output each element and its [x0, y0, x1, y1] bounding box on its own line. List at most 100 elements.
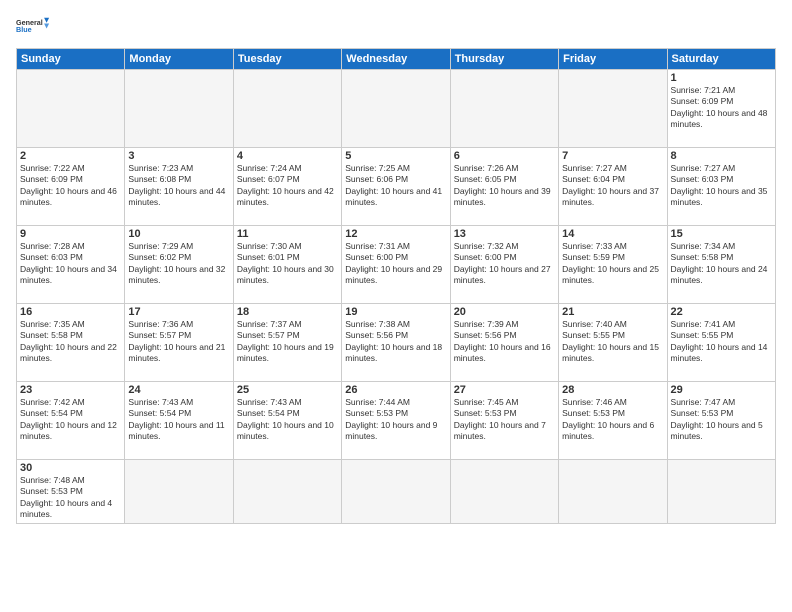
calendar-cell: 13Sunrise: 7:32 AMSunset: 6:00 PMDayligh… — [450, 226, 558, 304]
day-sun-info: Sunrise: 7:42 AMSunset: 5:54 PMDaylight:… — [20, 397, 121, 443]
day-sun-info: Sunrise: 7:39 AMSunset: 5:56 PMDaylight:… — [454, 319, 555, 365]
calendar-cell — [125, 460, 233, 524]
day-number: 29 — [671, 384, 772, 396]
day-number: 9 — [20, 228, 121, 240]
day-sun-info: Sunrise: 7:43 AMSunset: 5:54 PMDaylight:… — [128, 397, 229, 443]
calendar-cell: 1Sunrise: 7:21 AMSunset: 6:09 PMDaylight… — [667, 70, 775, 148]
calendar-cell — [233, 460, 341, 524]
calendar-cell — [233, 70, 341, 148]
day-number: 19 — [345, 306, 446, 318]
day-sun-info: Sunrise: 7:30 AMSunset: 6:01 PMDaylight:… — [237, 241, 338, 287]
weekday-header-friday: Friday — [559, 49, 667, 70]
day-sun-info: Sunrise: 7:45 AMSunset: 5:53 PMDaylight:… — [454, 397, 555, 443]
calendar-cell — [450, 460, 558, 524]
day-number: 21 — [562, 306, 663, 318]
calendar-cell: 4Sunrise: 7:24 AMSunset: 6:07 PMDaylight… — [233, 148, 341, 226]
day-number: 30 — [20, 462, 121, 474]
day-sun-info: Sunrise: 7:46 AMSunset: 5:53 PMDaylight:… — [562, 397, 663, 443]
day-sun-info: Sunrise: 7:33 AMSunset: 5:59 PMDaylight:… — [562, 241, 663, 287]
day-number: 11 — [237, 228, 338, 240]
calendar-week-row: 30Sunrise: 7:48 AMSunset: 5:53 PMDayligh… — [17, 460, 776, 524]
day-sun-info: Sunrise: 7:29 AMSunset: 6:02 PMDaylight:… — [128, 241, 229, 287]
calendar-cell: 6Sunrise: 7:26 AMSunset: 6:05 PMDaylight… — [450, 148, 558, 226]
day-number: 20 — [454, 306, 555, 318]
day-number: 12 — [345, 228, 446, 240]
calendar-cell: 5Sunrise: 7:25 AMSunset: 6:06 PMDaylight… — [342, 148, 450, 226]
day-number: 5 — [345, 150, 446, 162]
weekday-header-saturday: Saturday — [667, 49, 775, 70]
weekday-header-wednesday: Wednesday — [342, 49, 450, 70]
page-header: General Blue — [16, 12, 776, 40]
day-sun-info: Sunrise: 7:24 AMSunset: 6:07 PMDaylight:… — [237, 163, 338, 209]
weekday-header-monday: Monday — [125, 49, 233, 70]
day-sun-info: Sunrise: 7:26 AMSunset: 6:05 PMDaylight:… — [454, 163, 555, 209]
calendar-cell — [559, 460, 667, 524]
day-number: 22 — [671, 306, 772, 318]
calendar-cell: 7Sunrise: 7:27 AMSunset: 6:04 PMDaylight… — [559, 148, 667, 226]
day-number: 24 — [128, 384, 229, 396]
calendar-cell: 24Sunrise: 7:43 AMSunset: 5:54 PMDayligh… — [125, 382, 233, 460]
day-sun-info: Sunrise: 7:47 AMSunset: 5:53 PMDaylight:… — [671, 397, 772, 443]
day-sun-info: Sunrise: 7:23 AMSunset: 6:08 PMDaylight:… — [128, 163, 229, 209]
generalblue-logo-icon: General Blue — [16, 12, 52, 40]
svg-text:Blue: Blue — [16, 25, 32, 34]
calendar-table: SundayMondayTuesdayWednesdayThursdayFrid… — [16, 48, 776, 524]
calendar-cell — [559, 70, 667, 148]
calendar-cell: 20Sunrise: 7:39 AMSunset: 5:56 PMDayligh… — [450, 304, 558, 382]
day-number: 23 — [20, 384, 121, 396]
calendar-cell — [342, 70, 450, 148]
day-number: 28 — [562, 384, 663, 396]
day-number: 14 — [562, 228, 663, 240]
day-number: 27 — [454, 384, 555, 396]
weekday-header-row: SundayMondayTuesdayWednesdayThursdayFrid… — [17, 49, 776, 70]
day-sun-info: Sunrise: 7:27 AMSunset: 6:03 PMDaylight:… — [671, 163, 772, 209]
calendar-cell: 28Sunrise: 7:46 AMSunset: 5:53 PMDayligh… — [559, 382, 667, 460]
calendar-cell: 25Sunrise: 7:43 AMSunset: 5:54 PMDayligh… — [233, 382, 341, 460]
day-number: 25 — [237, 384, 338, 396]
calendar-cell: 17Sunrise: 7:36 AMSunset: 5:57 PMDayligh… — [125, 304, 233, 382]
day-sun-info: Sunrise: 7:40 AMSunset: 5:55 PMDaylight:… — [562, 319, 663, 365]
weekday-header-sunday: Sunday — [17, 49, 125, 70]
calendar-cell — [17, 70, 125, 148]
calendar-cell: 23Sunrise: 7:42 AMSunset: 5:54 PMDayligh… — [17, 382, 125, 460]
calendar-cell: 10Sunrise: 7:29 AMSunset: 6:02 PMDayligh… — [125, 226, 233, 304]
day-number: 7 — [562, 150, 663, 162]
day-sun-info: Sunrise: 7:44 AMSunset: 5:53 PMDaylight:… — [345, 397, 446, 443]
calendar-week-row: 1Sunrise: 7:21 AMSunset: 6:09 PMDaylight… — [17, 70, 776, 148]
calendar-week-row: 16Sunrise: 7:35 AMSunset: 5:58 PMDayligh… — [17, 304, 776, 382]
day-sun-info: Sunrise: 7:27 AMSunset: 6:04 PMDaylight:… — [562, 163, 663, 209]
calendar-week-row: 23Sunrise: 7:42 AMSunset: 5:54 PMDayligh… — [17, 382, 776, 460]
calendar-cell: 30Sunrise: 7:48 AMSunset: 5:53 PMDayligh… — [17, 460, 125, 524]
day-number: 16 — [20, 306, 121, 318]
day-sun-info: Sunrise: 7:28 AMSunset: 6:03 PMDaylight:… — [20, 241, 121, 287]
calendar-cell: 22Sunrise: 7:41 AMSunset: 5:55 PMDayligh… — [667, 304, 775, 382]
day-number: 15 — [671, 228, 772, 240]
calendar-week-row: 2Sunrise: 7:22 AMSunset: 6:09 PMDaylight… — [17, 148, 776, 226]
day-number: 4 — [237, 150, 338, 162]
calendar-cell: 11Sunrise: 7:30 AMSunset: 6:01 PMDayligh… — [233, 226, 341, 304]
calendar-cell — [125, 70, 233, 148]
day-sun-info: Sunrise: 7:48 AMSunset: 5:53 PMDaylight:… — [20, 475, 121, 521]
calendar-cell — [450, 70, 558, 148]
day-number: 8 — [671, 150, 772, 162]
calendar-cell: 19Sunrise: 7:38 AMSunset: 5:56 PMDayligh… — [342, 304, 450, 382]
day-number: 17 — [128, 306, 229, 318]
day-sun-info: Sunrise: 7:41 AMSunset: 5:55 PMDaylight:… — [671, 319, 772, 365]
day-number: 26 — [345, 384, 446, 396]
calendar-cell — [667, 460, 775, 524]
day-sun-info: Sunrise: 7:37 AMSunset: 5:57 PMDaylight:… — [237, 319, 338, 365]
day-number: 10 — [128, 228, 229, 240]
calendar-cell: 21Sunrise: 7:40 AMSunset: 5:55 PMDayligh… — [559, 304, 667, 382]
day-sun-info: Sunrise: 7:21 AMSunset: 6:09 PMDaylight:… — [671, 85, 772, 131]
calendar-cell: 9Sunrise: 7:28 AMSunset: 6:03 PMDaylight… — [17, 226, 125, 304]
day-sun-info: Sunrise: 7:32 AMSunset: 6:00 PMDaylight:… — [454, 241, 555, 287]
day-sun-info: Sunrise: 7:38 AMSunset: 5:56 PMDaylight:… — [345, 319, 446, 365]
weekday-header-tuesday: Tuesday — [233, 49, 341, 70]
calendar-cell: 2Sunrise: 7:22 AMSunset: 6:09 PMDaylight… — [17, 148, 125, 226]
calendar-cell: 27Sunrise: 7:45 AMSunset: 5:53 PMDayligh… — [450, 382, 558, 460]
day-sun-info: Sunrise: 7:35 AMSunset: 5:58 PMDaylight:… — [20, 319, 121, 365]
day-number: 13 — [454, 228, 555, 240]
calendar-cell — [342, 460, 450, 524]
day-sun-info: Sunrise: 7:31 AMSunset: 6:00 PMDaylight:… — [345, 241, 446, 287]
calendar-cell: 14Sunrise: 7:33 AMSunset: 5:59 PMDayligh… — [559, 226, 667, 304]
